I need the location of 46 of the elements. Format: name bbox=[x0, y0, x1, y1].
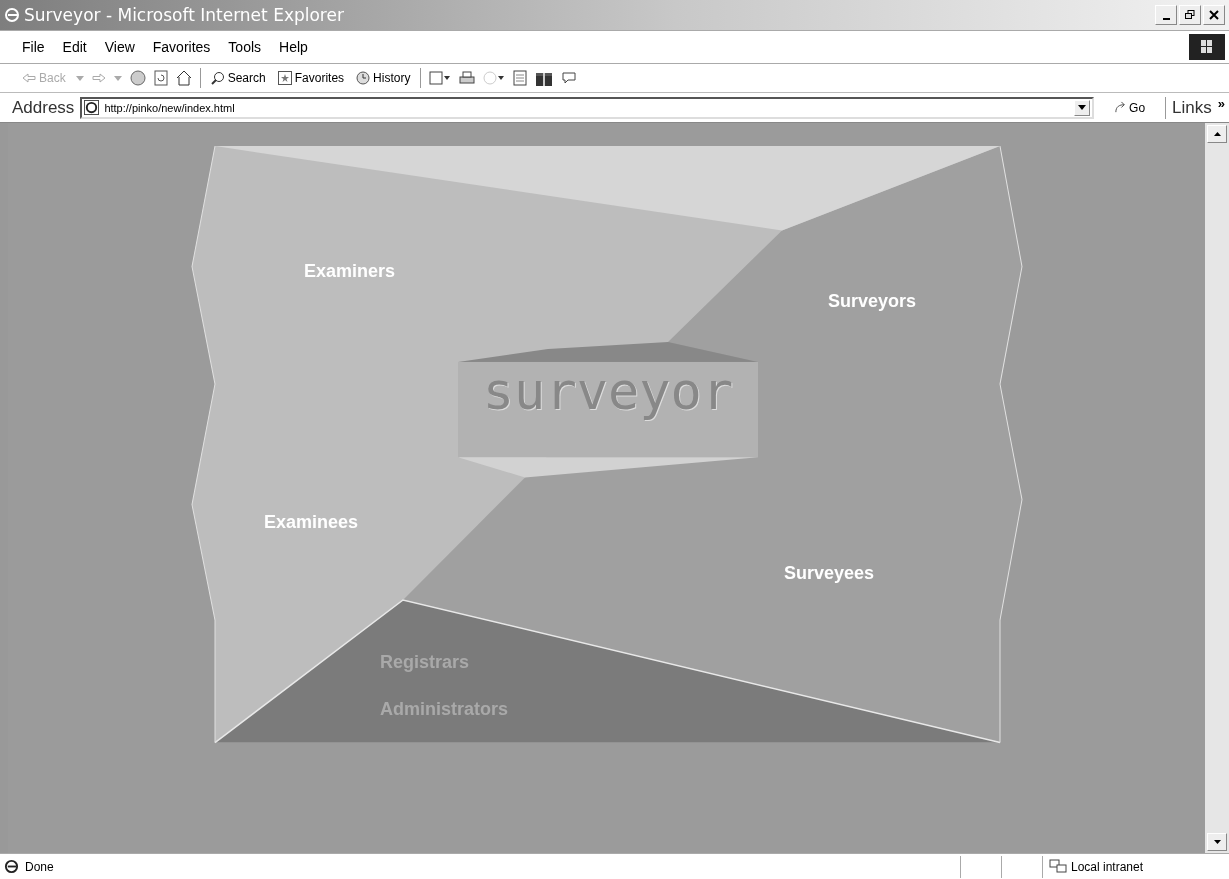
history-button[interactable]: History bbox=[354, 71, 413, 85]
menu-item[interactable]: Tools bbox=[228, 39, 262, 55]
restore-button[interactable] bbox=[1179, 5, 1201, 25]
windows-logo-icon bbox=[1189, 34, 1225, 60]
minimize-button[interactable] bbox=[1155, 5, 1177, 25]
caret-icon bbox=[1078, 105, 1087, 110]
network-icon bbox=[1049, 858, 1067, 875]
home-icon[interactable] bbox=[175, 70, 192, 86]
browser-icon bbox=[4, 7, 20, 23]
clock-icon bbox=[356, 71, 371, 85]
minimize-icon bbox=[1162, 18, 1170, 20]
window-title: Surveyor - Microsoft Internet Explorer bbox=[24, 5, 344, 25]
page-icon bbox=[84, 100, 100, 115]
document-icon[interactable] bbox=[513, 70, 528, 86]
go-button[interactable]: Go bbox=[1108, 99, 1152, 116]
restore-icon bbox=[1185, 10, 1195, 20]
search-button[interactable]: Search bbox=[208, 71, 268, 85]
print-icon[interactable] bbox=[459, 70, 476, 86]
page-icon bbox=[4, 859, 19, 874]
menu-item[interactable]: File bbox=[22, 39, 45, 55]
zone-text: Local intranet bbox=[1071, 859, 1144, 874]
down-arrow-icon bbox=[1213, 840, 1221, 844]
go-arrow-icon bbox=[1114, 101, 1128, 114]
search-icon bbox=[210, 71, 225, 85]
menu-item[interactable]: View bbox=[104, 39, 135, 55]
menu-item[interactable]: Edit bbox=[62, 39, 87, 55]
address-field[interactable]: http://pinko/new/index.html bbox=[80, 96, 1095, 119]
menu-item[interactable]: Help bbox=[279, 39, 308, 55]
dropdown-button[interactable] bbox=[1074, 99, 1091, 116]
status-text: Done bbox=[25, 859, 54, 874]
back-arrow-icon bbox=[22, 73, 36, 83]
up-arrow-icon bbox=[1213, 132, 1221, 136]
favorites-button[interactable]: Favorites bbox=[275, 71, 347, 85]
scroll-up-button[interactable] bbox=[1207, 125, 1227, 143]
more-chevron[interactable]: » bbox=[1217, 96, 1225, 111]
close-icon bbox=[1209, 10, 1219, 20]
address-label: Address bbox=[12, 97, 75, 118]
scroll-down-button[interactable] bbox=[1207, 833, 1227, 851]
messenger-icon[interactable] bbox=[561, 71, 578, 85]
scrollbar[interactable] bbox=[1205, 123, 1229, 853]
links-label[interactable]: Links bbox=[1172, 97, 1212, 118]
refresh-icon[interactable] bbox=[153, 70, 168, 86]
star-icon bbox=[277, 71, 292, 85]
stop-icon[interactable] bbox=[129, 70, 146, 86]
close-button[interactable] bbox=[1203, 5, 1225, 25]
menu-item[interactable]: Favorites bbox=[152, 39, 211, 55]
